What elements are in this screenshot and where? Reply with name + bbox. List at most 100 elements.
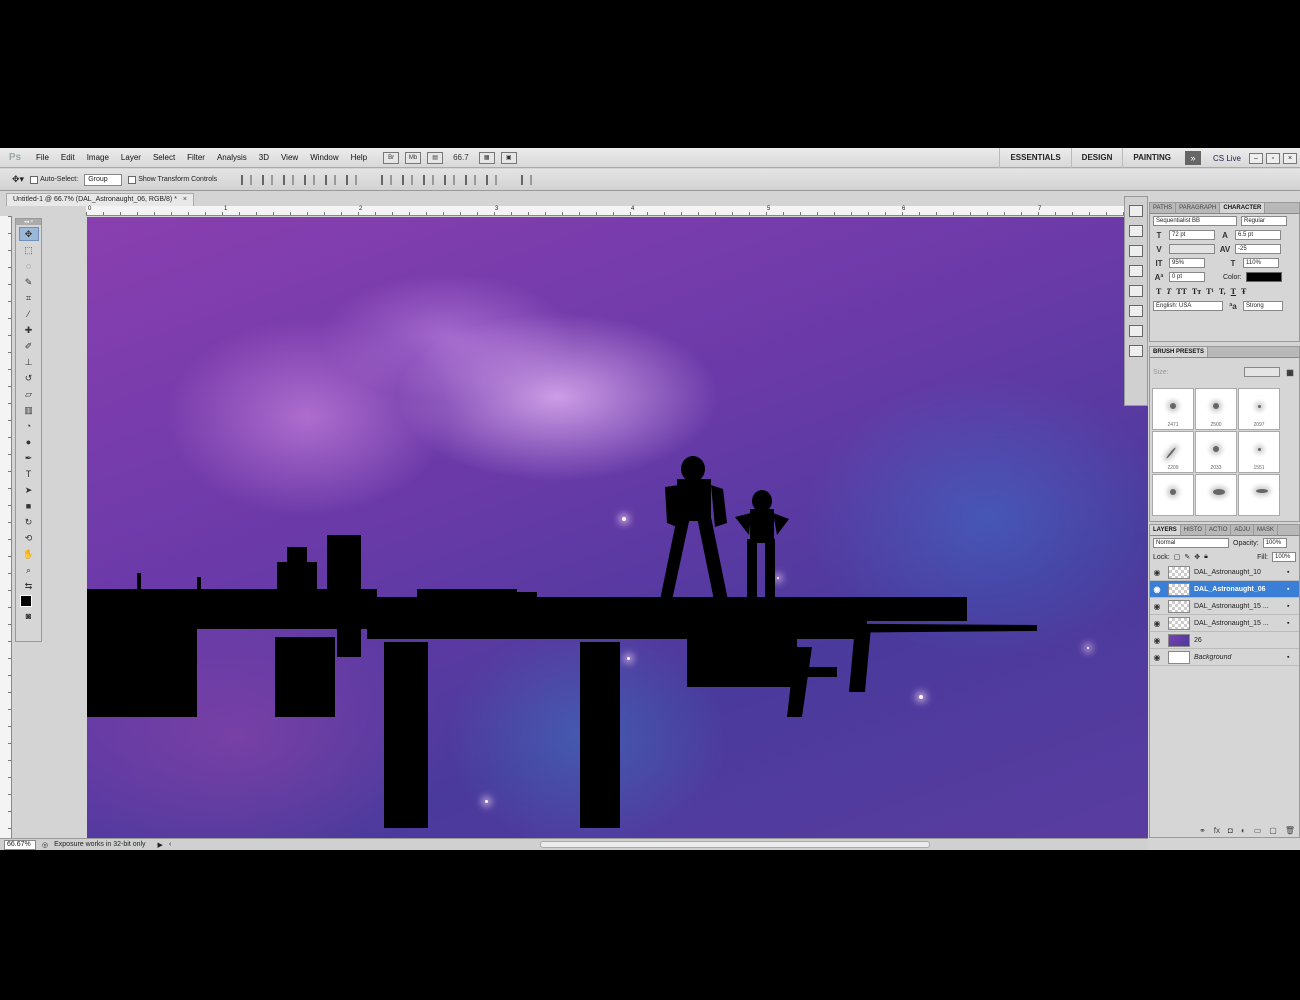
swatches-icon[interactable] <box>1129 285 1143 297</box>
status-zoom-field[interactable]: 66.67% <box>4 839 36 850</box>
zoom-level-dropdown[interactable]: 66.7 <box>449 153 473 162</box>
new-group-icon[interactable]: ▭ <box>1254 826 1262 835</box>
screen-mode-icon[interactable]: ▣ <box>500 151 517 164</box>
dodge-tool-icon[interactable]: ● <box>19 435 39 449</box>
scroll-left-icon[interactable]: ‹ <box>169 841 171 848</box>
brush-preset[interactable] <box>1152 474 1194 516</box>
font-style-dropdown[interactable]: Regular <box>1241 216 1287 226</box>
menu-help[interactable]: Help <box>345 153 373 162</box>
small-caps-button[interactable]: Tт <box>1192 287 1201 296</box>
menu-select[interactable]: Select <box>147 153 181 162</box>
distribute-bottom-icon[interactable] <box>423 174 435 185</box>
tab-paragraph[interactable]: PARAGRAPH <box>1176 203 1221 213</box>
layer-row[interactable]: ◉ DAL_Astronaught_10 ▪ <box>1150 564 1299 581</box>
workspace-essentials[interactable]: ESSENTIALS <box>999 148 1070 168</box>
restore-button[interactable]: ▫ <box>1266 152 1280 164</box>
brush-panel-toggle-icon[interactable]: ▦ <box>1284 368 1296 377</box>
more-workspaces-button[interactable]: » <box>1184 151 1201 165</box>
paragraph-styles-icon[interactable] <box>1129 205 1143 217</box>
baseline-shift-field[interactable]: 0 pt <box>1169 272 1205 282</box>
minimize-button[interactable]: – <box>1249 152 1263 164</box>
brush-preset[interactable] <box>1238 474 1280 516</box>
menu-3d[interactable]: 3D <box>253 153 275 162</box>
healing-brush-tool-icon[interactable]: ✚ <box>19 323 39 337</box>
marquee-tool-icon[interactable]: ⬚ <box>19 243 39 257</box>
eraser-tool-icon[interactable]: ▱ <box>19 387 39 401</box>
blend-mode-dropdown[interactable]: Normal <box>1153 538 1229 548</box>
clone-source-icon[interactable] <box>1129 265 1143 277</box>
history-brush-tool-icon[interactable]: ↺ <box>19 371 39 385</box>
tab-history[interactable]: HISTO <box>1181 525 1207 535</box>
type-tool-icon[interactable]: T <box>19 467 39 481</box>
vertical-ruler[interactable] <box>0 216 12 838</box>
blur-tool-icon[interactable]: ◔ <box>19 419 39 433</box>
horizontal-scale-field[interactable]: 110% <box>1243 258 1279 268</box>
strikethrough-button[interactable]: Ŧ <box>1241 287 1246 296</box>
horizontal-scrollbar[interactable] <box>540 841 930 848</box>
brush-preset[interactable]: 2033 <box>1195 431 1237 473</box>
tab-adjustments[interactable]: ADJU <box>1231 525 1255 535</box>
auto-select-dropdown[interactable]: Group <box>84 173 123 186</box>
hand-tool-icon[interactable]: ✋ <box>19 547 39 561</box>
status-menu-arrow-icon[interactable]: ▶ <box>158 841 163 849</box>
lasso-tool-icon[interactable]: ◌ <box>19 259 39 273</box>
foreground-color-swatch[interactable] <box>20 595 32 607</box>
adjustment-layer-icon[interactable]: ◐ <box>1241 826 1246 835</box>
close-window-button[interactable]: × <box>1283 152 1297 164</box>
tab-paths[interactable]: PATHS <box>1150 203 1177 213</box>
subscript-button[interactable]: T, <box>1219 287 1226 296</box>
quick-select-tool-icon[interactable]: ✎ <box>19 275 39 289</box>
fill-field[interactable]: 100% <box>1272 552 1296 562</box>
distribute-left-icon[interactable] <box>444 174 456 185</box>
auto-select-checkbox[interactable]: Auto-Select: <box>30 175 78 184</box>
view-extras-icon[interactable]: ▤ <box>427 151 444 164</box>
text-color-swatch[interactable] <box>1245 272 1282 282</box>
lock-image-icon[interactable]: ✎ <box>1184 553 1190 561</box>
tab-layers[interactable]: LAYERS <box>1150 525 1181 535</box>
workspace-design[interactable]: DESIGN <box>1070 148 1123 168</box>
distribute-right-icon[interactable] <box>486 174 498 185</box>
layer-row[interactable]: ◉ DAL_Astronaught_15 ... ▪ <box>1150 615 1299 632</box>
language-dropdown[interactable]: English: USA <box>1153 301 1223 311</box>
tracking-field[interactable]: -25 <box>1235 244 1281 254</box>
align-bottom-icon[interactable] <box>283 174 295 185</box>
align-left-icon[interactable] <box>304 174 316 185</box>
menu-window[interactable]: Window <box>304 153 344 162</box>
brush-icon[interactable] <box>1129 245 1143 257</box>
tab-actions[interactable]: ACTIO <box>1206 525 1232 535</box>
align-top-icon[interactable] <box>241 174 253 185</box>
layer-row[interactable]: ◉ Background ▪ <box>1150 649 1299 666</box>
new-layer-icon[interactable]: ▢ <box>1269 826 1277 835</box>
path-selection-tool-icon[interactable]: ➤ <box>19 483 39 497</box>
3d-rotate-tool-icon[interactable]: ↻ <box>19 515 39 529</box>
layer-row-selected[interactable]: ◉ DAL_Astronaught_06 ▪ <box>1150 581 1299 598</box>
add-mask-icon[interactable]: ◘ <box>1228 826 1233 835</box>
default-colors-icon[interactable]: ⇆ <box>19 579 39 593</box>
shape-tool-icon[interactable]: ■ <box>19 499 39 513</box>
visibility-eye-icon[interactable]: ◉ <box>1150 602 1164 611</box>
underline-button[interactable]: T <box>1231 287 1236 296</box>
mini-bridge-icon[interactable]: Mb <box>405 151 422 164</box>
tools-panel-header[interactable]: ◂◂ × <box>16 219 41 225</box>
menu-analysis[interactable]: Analysis <box>211 153 253 162</box>
align-right-icon[interactable] <box>346 174 358 185</box>
horizontal-ruler[interactable] <box>86 206 1124 216</box>
lock-position-icon[interactable]: ✥ <box>1194 553 1200 561</box>
align-hcenter-icon[interactable] <box>325 174 337 185</box>
cs-live-menu[interactable]: CS Live <box>1205 154 1249 163</box>
menu-image[interactable]: Image <box>81 153 115 162</box>
brush-preset[interactable]: 1551 <box>1238 431 1280 473</box>
visibility-eye-icon[interactable]: ◉ <box>1150 653 1164 662</box>
tab-brush-presets[interactable]: BRUSH PRESETS <box>1150 347 1209 357</box>
move-tool-icon[interactable]: ✥ <box>18 227 39 241</box>
crop-tool-icon[interactable]: ⌗ <box>19 291 39 305</box>
brush-tool-icon[interactable]: ✐ <box>19 339 39 353</box>
adjustments-icon[interactable] <box>1129 325 1143 337</box>
tab-character[interactable]: CHARACTER <box>1220 203 1266 213</box>
brush-preset[interactable]: 2471 <box>1152 388 1194 430</box>
layer-row[interactable]: ◉ 26 <box>1150 632 1299 649</box>
font-family-dropdown[interactable]: Sequentialist BB <box>1153 216 1237 226</box>
faux-italic-button[interactable]: T <box>1166 287 1171 296</box>
pen-tool-icon[interactable]: ✒ <box>19 451 39 465</box>
faux-bold-button[interactable]: T <box>1156 287 1161 296</box>
